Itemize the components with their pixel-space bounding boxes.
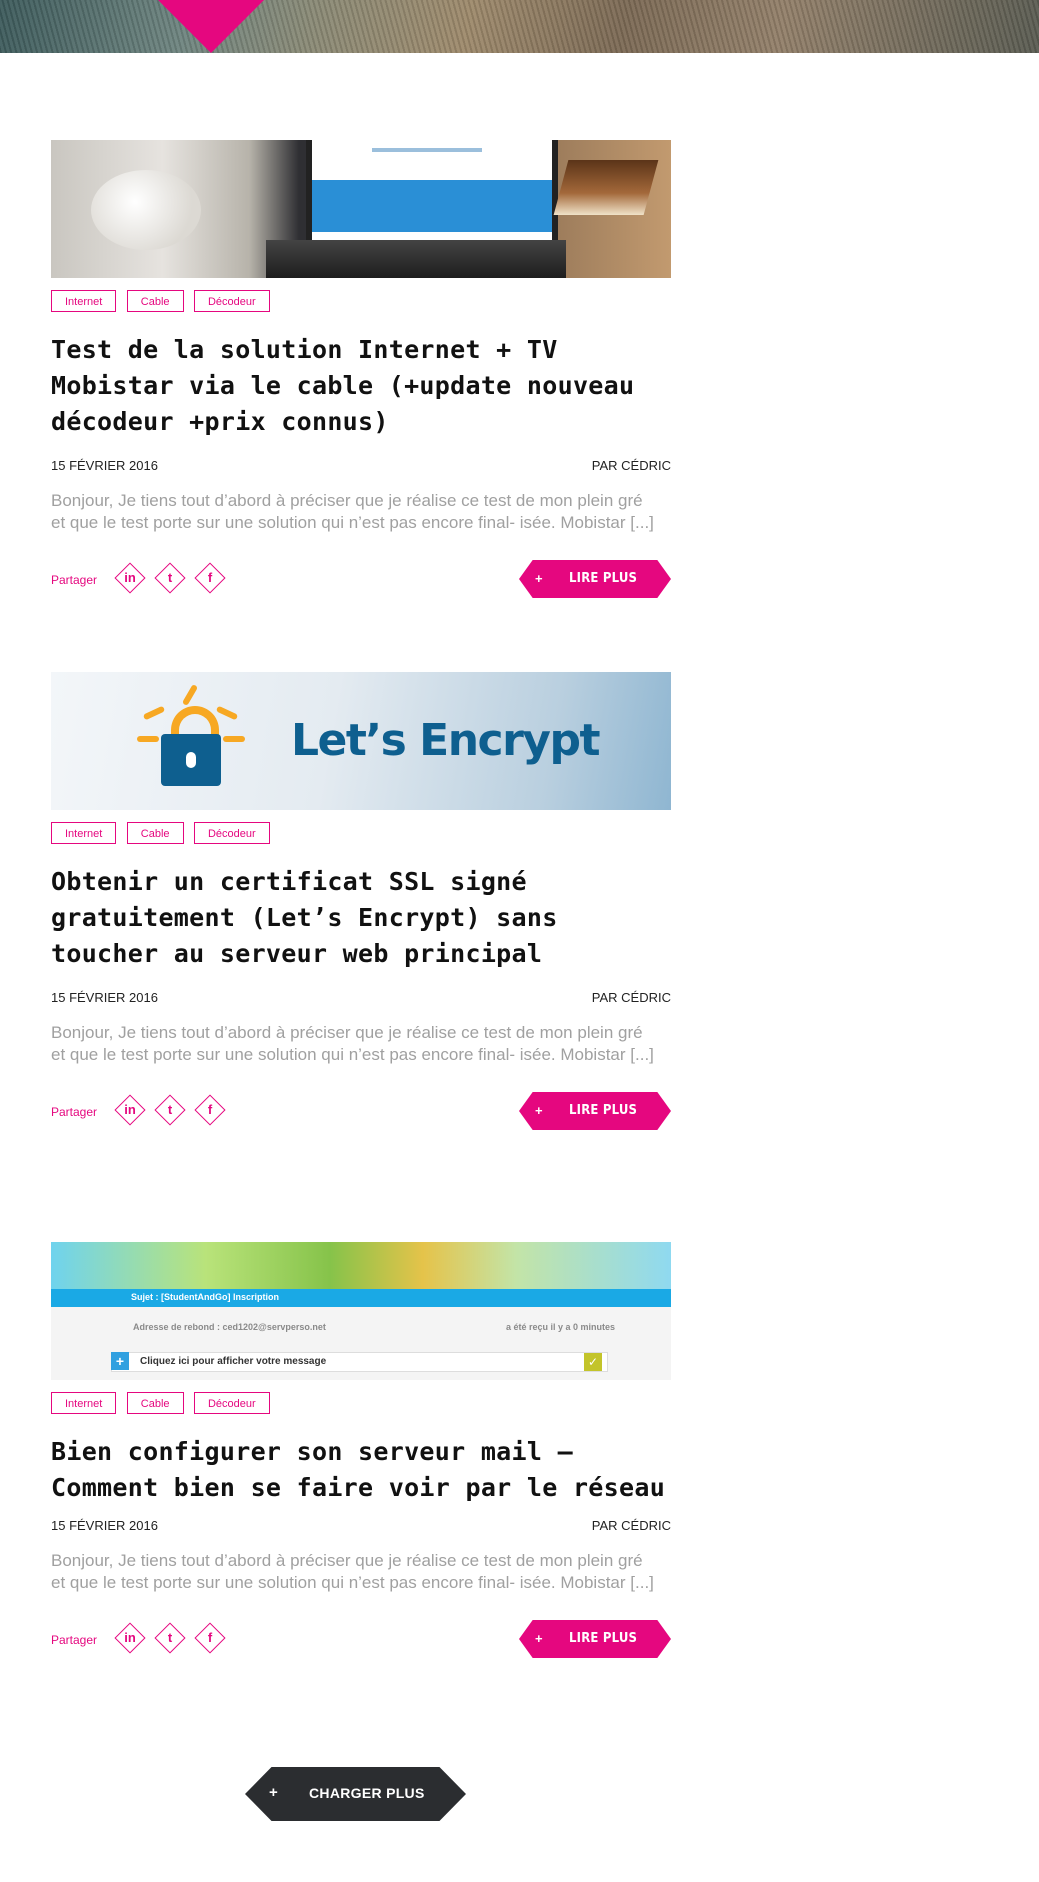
read-more-button[interactable]: + LIRE PLUS [519, 560, 671, 598]
illustration-graphic [51, 1242, 671, 1290]
post-meta: 15 FÉVRIER 2016 PAR CÉDRIC [51, 1518, 671, 1534]
keyhole-graphic [186, 752, 196, 768]
plus-icon: + [111, 1352, 129, 1370]
mail-subject: Sujet : [StudentAndGo] Inscription [131, 1292, 279, 1302]
teacup-graphic [91, 170, 201, 250]
post-author: PAR CÉDRIC [591, 990, 671, 1005]
read-more-label: LIRE PLUS [569, 1103, 638, 1118]
share-label: Partager [51, 1105, 98, 1119]
post-excerpt: Bonjour, Je tiens tout d’abord à précise… [51, 491, 654, 532]
mail-show-message: Cliquez ici pour afficher votre message [140, 1356, 327, 1367]
share-label: Partager [51, 1633, 98, 1647]
post-card: Sujet : [StudentAndGo] Inscription Adres… [51, 1242, 671, 1660]
post-excerpt: Bonjour, Je tiens tout d’abord à précise… [51, 1551, 654, 1592]
tag-list: Internet Cable Décodeur [51, 1392, 671, 1416]
post-thumbnail[interactable] [51, 140, 671, 278]
tag-decodeur[interactable]: Décodeur [193, 822, 270, 844]
facebook-icon[interactable]: f [194, 1094, 226, 1126]
twitter-icon[interactable]: t [154, 562, 186, 594]
tag-internet[interactable]: Internet [51, 290, 117, 312]
tag-cable[interactable]: Cable [126, 1392, 184, 1414]
post-date: 15 FÉVRIER 2016 [51, 458, 158, 473]
keyboard-graphic [266, 240, 566, 278]
post-card: Let’s Encrypt Internet Cable Décodeur Ob… [51, 672, 671, 1132]
plus-icon: + [535, 1631, 543, 1646]
load-more-label: CHARGER PLUS [309, 1785, 425, 1801]
post-meta: 15 FÉVRIER 2016 PAR CÉDRIC [51, 990, 671, 1006]
post-title[interactable]: Obtenir un certificat SSL signé gratuite… [51, 864, 671, 972]
linkedin-icon[interactable]: in [114, 1622, 146, 1654]
tag-internet[interactable]: Internet [51, 822, 117, 844]
ray-graphic [223, 736, 245, 742]
lets-encrypt-logo-text: Let’s Encrypt [291, 715, 601, 766]
tag-cable[interactable]: Cable [126, 822, 184, 844]
post-thumbnail[interactable]: Let’s Encrypt [51, 672, 671, 810]
load-more-button[interactable]: + CHARGER PLUS [245, 1767, 466, 1821]
mail-bounce: Adresse de rebond : ced1202@servperso.ne… [133, 1322, 326, 1332]
ray-graphic [181, 683, 199, 707]
banner-notch [158, 0, 264, 53]
ray-graphic [137, 736, 159, 742]
tag-decodeur[interactable]: Décodeur [193, 290, 270, 312]
post-author: PAR CÉDRIC [591, 1518, 671, 1533]
tag-list: Internet Cable Décodeur [51, 822, 671, 846]
share-label: Partager [51, 573, 98, 587]
read-more-button[interactable]: + LIRE PLUS [519, 1620, 671, 1658]
post-card: Internet Cable Décodeur Test de la solut… [51, 140, 671, 600]
post-excerpt: Bonjour, Je tiens tout d’abord à précise… [51, 1023, 654, 1064]
ray-graphic [215, 705, 239, 721]
post-author: PAR CÉDRIC [591, 458, 671, 473]
tag-internet[interactable]: Internet [51, 1392, 117, 1414]
facebook-icon[interactable]: f [194, 1622, 226, 1654]
mail-received: a été reçu il y a 0 minutes [506, 1322, 616, 1332]
header-banner [0, 0, 1039, 53]
read-more-label: LIRE PLUS [569, 1631, 638, 1646]
check-icon: ✓ [584, 1353, 602, 1371]
plus-icon: + [535, 571, 543, 586]
plus-icon: + [535, 1103, 543, 1118]
read-more-button[interactable]: + LIRE PLUS [519, 1092, 671, 1130]
post-title[interactable]: Test de la solution Internet + TV Mobist… [51, 332, 671, 440]
mail-subject-bar: Sujet : [StudentAndGo] Inscription [51, 1289, 671, 1307]
linkedin-icon[interactable]: in [114, 562, 146, 594]
post-footer: Partager in t f + LIRE PLUS [51, 560, 671, 600]
tag-cable[interactable]: Cable [126, 290, 184, 312]
linkedin-icon[interactable]: in [114, 1094, 146, 1126]
read-more-label: LIRE PLUS [569, 571, 638, 586]
post-footer: Partager in t f + LIRE PLUS [51, 1620, 671, 1660]
post-meta: 15 FÉVRIER 2016 PAR CÉDRIC [51, 458, 671, 474]
twitter-icon[interactable]: t [154, 1094, 186, 1126]
cake-graphic [553, 160, 659, 215]
post-date: 15 FÉVRIER 2016 [51, 990, 158, 1005]
ray-graphic [142, 705, 166, 721]
laptop-screen-graphic [306, 140, 558, 246]
tag-decodeur[interactable]: Décodeur [193, 1392, 270, 1414]
tag-list: Internet Cable Décodeur [51, 290, 671, 314]
twitter-icon[interactable]: t [154, 1622, 186, 1654]
facebook-icon[interactable]: f [194, 562, 226, 594]
post-date: 15 FÉVRIER 2016 [51, 1518, 158, 1533]
post-thumbnail[interactable]: Sujet : [StudentAndGo] Inscription Adres… [51, 1242, 671, 1380]
plus-icon: + [269, 1784, 278, 1801]
post-footer: Partager in t f + LIRE PLUS [51, 1092, 671, 1132]
mail-message-row: Cliquez ici pour afficher votre message [111, 1352, 608, 1372]
post-title[interactable]: Bien configurer son serveur mail – Comme… [51, 1434, 671, 1506]
